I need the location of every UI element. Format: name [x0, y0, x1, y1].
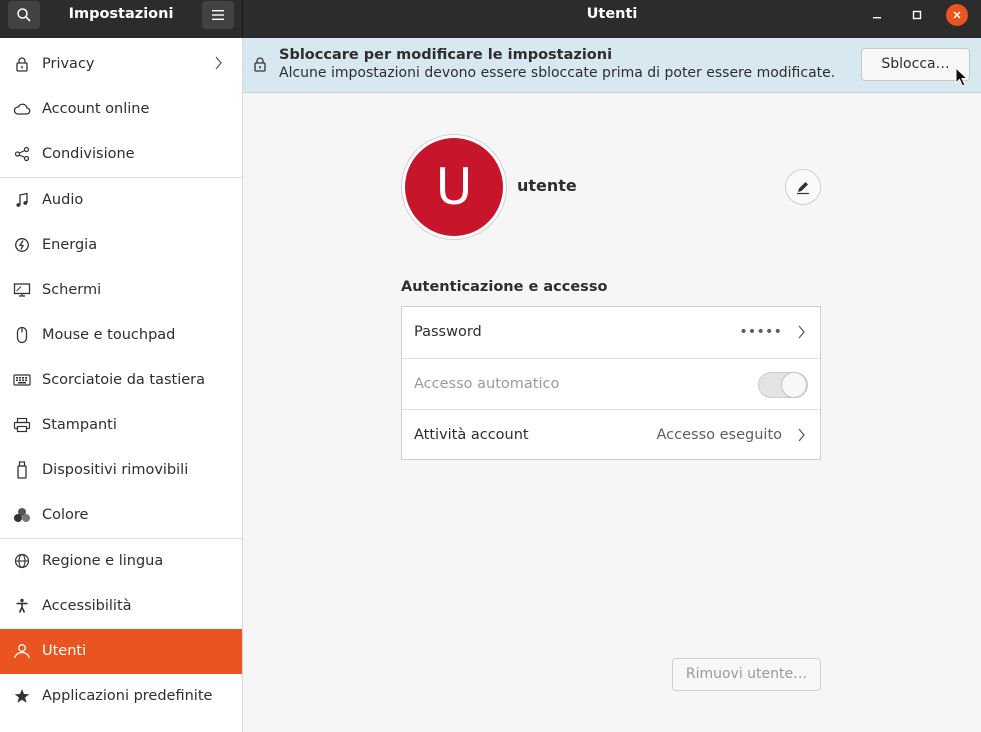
usb-drive-icon — [13, 461, 31, 479]
sidebar-item-label: Accessibilità — [42, 598, 132, 614]
password-value: ••••• — [739, 324, 782, 340]
display-icon — [13, 281, 31, 299]
power-icon — [13, 236, 31, 254]
section-title-auth: Autenticazione e accesso — [401, 279, 608, 295]
infobar-subtitle: Alcune impostazioni devono essere sblocc… — [279, 65, 836, 81]
sidebar-item-power[interactable]: Energia — [0, 223, 242, 268]
color-circles-icon — [13, 506, 31, 524]
sidebar-item-displays[interactable]: Schermi — [0, 268, 242, 313]
minimize-icon — [873, 17, 881, 19]
autologin-switch[interactable] — [758, 372, 808, 398]
sidebar-item-audio[interactable]: Audio — [0, 178, 242, 223]
globe-icon — [13, 552, 31, 570]
cloud-icon — [13, 100, 31, 118]
sidebar-item-users[interactable]: Utenti — [0, 629, 242, 674]
password-label: Password — [414, 324, 482, 340]
mouse-pointer-icon — [955, 66, 969, 91]
sidebar-item-label: Schermi — [42, 282, 102, 298]
lock-icon — [13, 55, 31, 73]
sidebar-item-label: Dispositivi rimovibili — [42, 462, 189, 478]
remove-user-button[interactable]: Rimuovi utente… — [672, 658, 821, 691]
maximize-icon — [912, 10, 922, 20]
edit-name-button[interactable] — [785, 169, 821, 205]
sidebar-item-region-language[interactable]: Regione e lingua — [0, 539, 242, 584]
settings-sidebar: Privacy Account online Condivisione Audi… — [0, 38, 243, 732]
sidebar-header: Impostazioni — [0, 0, 243, 38]
switch-knob — [781, 372, 807, 398]
sidebar-item-privacy[interactable]: Privacy — [0, 42, 242, 87]
autologin-label: Accesso automatico — [414, 376, 560, 392]
search-icon — [17, 8, 31, 22]
password-row[interactable]: Password ••••• — [402, 307, 820, 358]
mouse-icon — [13, 326, 31, 344]
chevron-right-icon — [213, 55, 223, 75]
sidebar-item-label: Regione e lingua — [42, 553, 164, 569]
account-activity-row[interactable]: Attività account Accesso eseguito — [402, 409, 820, 460]
keyboard-icon — [13, 371, 31, 389]
sidebar-item-label: Privacy — [42, 56, 95, 72]
sidebar-item-online-accounts[interactable]: Account online — [0, 87, 242, 132]
sidebar-item-label: Audio — [42, 192, 84, 208]
share-icon — [13, 145, 31, 163]
star-icon — [13, 687, 31, 705]
sidebar-item-mouse-touchpad[interactable]: Mouse e touchpad — [0, 313, 242, 358]
sidebar-item-label: Mouse e touchpad — [42, 327, 176, 343]
header-bar: Impostazioni Utenti — [0, 0, 981, 38]
user-name: utente — [517, 176, 577, 195]
sidebar-item-label: Colore — [42, 507, 89, 523]
accessibility-icon — [13, 597, 31, 615]
sidebar-item-label: Account online — [42, 101, 150, 117]
account-activity-value: Accesso eseguito — [656, 427, 783, 443]
pencil-icon — [797, 182, 809, 195]
unlock-button[interactable]: Sblocca… — [861, 48, 970, 81]
sidebar-item-label: Applicazioni predefinite — [42, 688, 213, 704]
unlock-infobar: Sbloccare per modificare le impostazioni… — [243, 38, 981, 93]
sidebar-item-label: Condivisione — [42, 146, 135, 162]
chevron-right-icon — [796, 427, 806, 447]
auth-listbox: Password ••••• Accesso automatico Attivi… — [401, 306, 821, 460]
autologin-row: Accesso automatico — [402, 358, 820, 409]
music-note-icon — [13, 191, 31, 209]
sidebar-item-color[interactable]: Colore — [0, 493, 242, 538]
printer-icon — [13, 416, 31, 434]
sidebar-item-label: Energia — [42, 237, 98, 253]
close-icon — [953, 11, 961, 19]
sidebar-item-default-apps[interactable]: Applicazioni predefinite — [0, 674, 242, 719]
sidebar-item-label: Scorciatoie da tastiera — [42, 372, 205, 388]
hamburger-menu-icon — [212, 10, 224, 20]
sidebar-item-printers[interactable]: Stampanti — [0, 403, 242, 448]
avatar[interactable]: U — [405, 138, 503, 236]
minimize-button[interactable] — [866, 4, 888, 26]
maximize-button[interactable] — [906, 4, 928, 26]
close-button[interactable] — [946, 4, 968, 26]
sidebar-item-keyboard-shortcuts[interactable]: Scorciatoie da tastiera — [0, 358, 242, 403]
infobar-title: Sbloccare per modificare le impostazioni — [279, 47, 613, 63]
sidebar-title: Impostazioni — [68, 6, 174, 22]
sidebar-item-sharing[interactable]: Condivisione — [0, 132, 242, 177]
search-button[interactable] — [8, 1, 40, 29]
sidebar-item-label: Utenti — [42, 643, 87, 659]
lock-icon — [253, 56, 267, 76]
users-icon — [13, 642, 31, 660]
sidebar-item-label: Stampanti — [42, 417, 117, 433]
sidebar-item-accessibility[interactable]: Accessibilità — [0, 584, 242, 629]
account-activity-label: Attività account — [414, 427, 529, 443]
sidebar-item-removable-devices[interactable]: Dispositivi rimovibili — [0, 448, 242, 493]
menu-button[interactable] — [202, 1, 234, 29]
chevron-right-icon — [796, 324, 806, 344]
